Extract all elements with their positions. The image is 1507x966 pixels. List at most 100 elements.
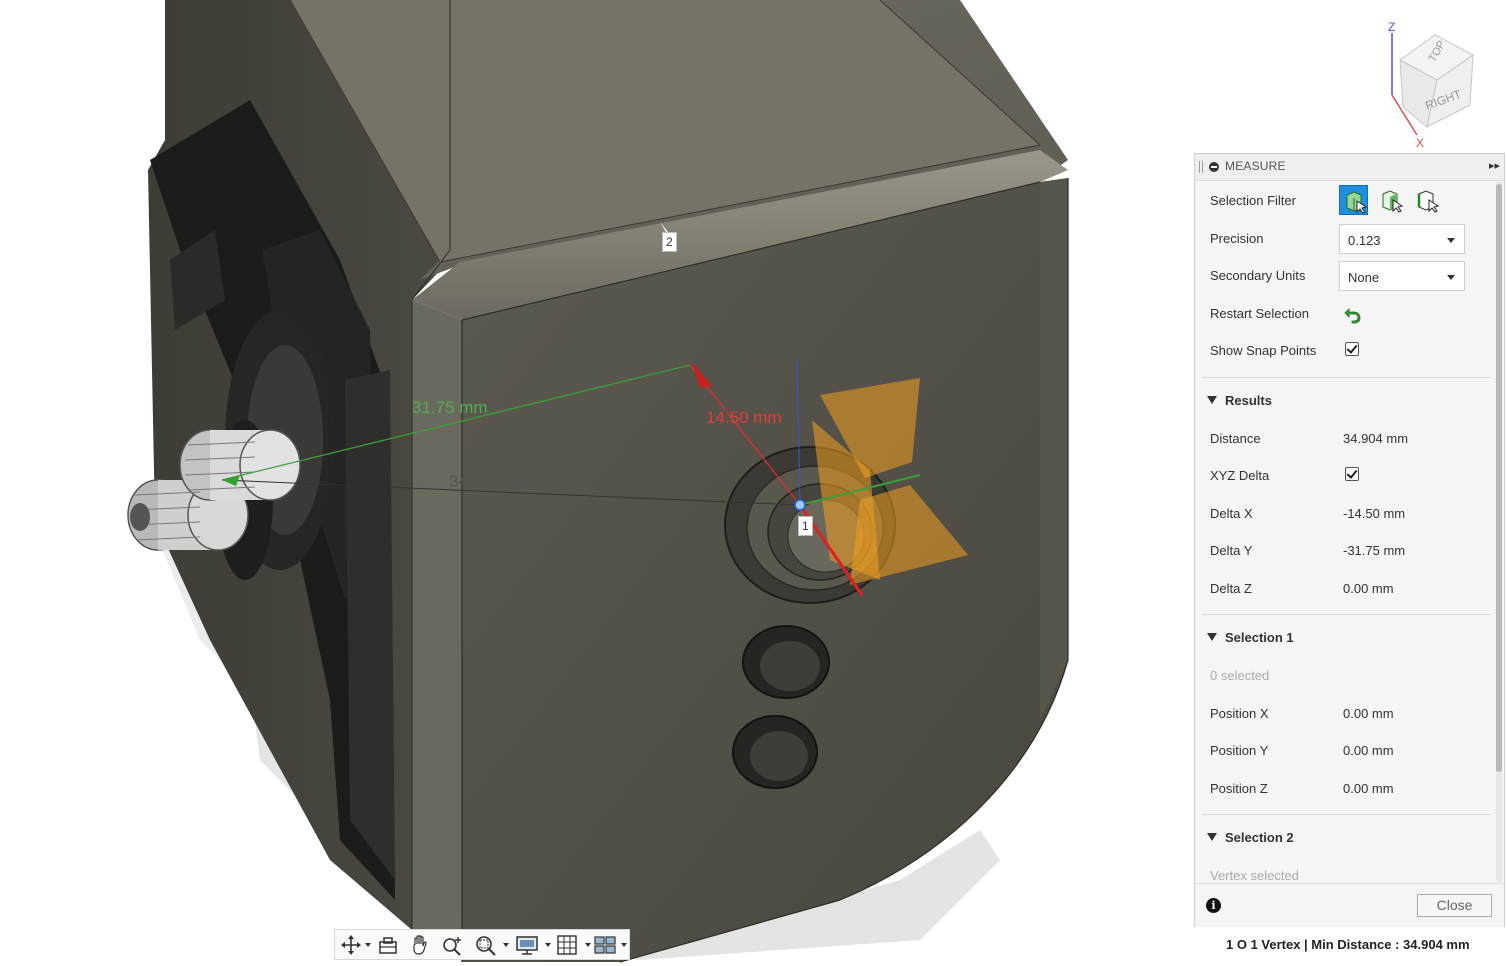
delta-y-label: Delta Y <box>1210 543 1253 558</box>
pan-button[interactable] <box>409 934 433 956</box>
grid-icon <box>557 935 577 955</box>
distance-row: Distance 34.904 mm <box>1195 420 1493 457</box>
view-cube[interactable]: TOP RIGHT Z X <box>1375 15 1495 150</box>
zoom-window-icon <box>476 936 496 956</box>
edge-filter-icon <box>1417 190 1440 213</box>
close-button[interactable]: Close <box>1417 894 1492 917</box>
viewports-button[interactable] <box>593 934 627 956</box>
orbit-button[interactable] <box>339 934 373 956</box>
panel-scrollbar[interactable] <box>1496 182 1502 882</box>
display-monitor-icon <box>516 936 538 955</box>
distance-value: 34.904 mm <box>1343 431 1409 446</box>
zoom-icon <box>443 937 461 956</box>
body-filter-icon <box>1346 191 1368 214</box>
look-at-button[interactable] <box>377 934 401 956</box>
position-x-label: Position X <box>1210 706 1269 721</box>
scrollbar-thumb[interactable] <box>1496 184 1502 772</box>
chevron-down-icon <box>1447 275 1455 280</box>
panel-footer: i Close <box>1195 883 1504 927</box>
zoom-button[interactable] <box>441 934 467 956</box>
xyz-delta-row: XYZ Delta <box>1195 457 1493 494</box>
filter-face-button[interactable] <box>1376 185 1405 215</box>
pan-hand-icon <box>413 935 427 955</box>
selection2-title: Selection 2 <box>1225 830 1294 845</box>
look-at-icon <box>379 937 397 954</box>
selection2-section-header[interactable]: Selection 2 <box>1195 820 1493 857</box>
collapse-icon[interactable] <box>1209 162 1219 172</box>
position-y-value: 0.00 mm <box>1343 743 1394 758</box>
delta-x-value: -14.50 mm <box>1343 506 1406 521</box>
measure-panel: MEASURE ▸▸ Selection Filter Precision 0.… <box>1194 153 1505 927</box>
dimension-label-delta-x: 14.50 mm <box>706 408 782 427</box>
divider <box>1201 614 1490 615</box>
selection1-status-row: 0 selected <box>1195 657 1493 694</box>
delta-x-row: Delta X -14.50 mm <box>1195 495 1493 532</box>
show-snap-points-row: Show Snap Points <box>1195 332 1493 369</box>
distance-label: Distance <box>1210 431 1261 446</box>
selection-filter-label: Selection Filter <box>1210 193 1296 208</box>
chevron-down-icon <box>621 943 627 947</box>
delta-y-value: -31.75 mm <box>1343 543 1406 558</box>
selection1-status: 0 selected <box>1210 668 1270 683</box>
panel-header[interactable]: MEASURE ▸▸ <box>1195 154 1504 181</box>
navigation-toolbar <box>334 929 630 960</box>
panel-body: Selection Filter Precision 0.123 Seconda… <box>1195 181 1493 883</box>
multiple-views-icon <box>594 936 616 954</box>
face-filter-icon <box>1382 190 1404 213</box>
display-settings-button[interactable] <box>515 934 551 956</box>
show-snap-points-label: Show Snap Points <box>1210 343 1317 358</box>
restart-selection-label: Restart Selection <box>1210 306 1309 321</box>
secondary-units-value: None <box>1348 270 1380 285</box>
expand-panel-icon[interactable]: ▸▸ <box>1489 159 1500 172</box>
delta-x-label: Delta X <box>1210 506 1253 521</box>
precision-row: Precision 0.123 <box>1195 220 1493 257</box>
position-z-row: Position Z 0.00 mm <box>1195 770 1493 807</box>
viewcube-x-label: X <box>1416 136 1424 150</box>
status-bar: 1 O 1 Vertex | Min Distance : 34.904 mm <box>1226 937 1470 952</box>
precision-value: 0.123 <box>1348 233 1381 248</box>
position-z-label: Position Z <box>1210 781 1268 796</box>
divider <box>1201 377 1490 378</box>
panel-title: MEASURE <box>1225 159 1286 173</box>
caret-down-icon <box>1207 633 1217 641</box>
show-snap-points-checkbox[interactable] <box>1345 342 1359 356</box>
divider <box>1201 814 1490 815</box>
results-section-header[interactable]: Results <box>1195 383 1493 420</box>
delta-z-value: 0.00 mm <box>1343 581 1394 596</box>
position-y-row: Position Y 0.00 mm <box>1195 732 1493 769</box>
drag-grip-icon[interactable] <box>1199 161 1203 173</box>
secondary-units-select[interactable]: None <box>1339 261 1465 291</box>
selection2-status: Vertex selected <box>1210 868 1299 883</box>
restart-selection-row: Restart Selection <box>1195 295 1493 332</box>
filter-edge-button[interactable] <box>1412 185 1441 215</box>
point-label-1: 1 <box>798 516 813 536</box>
xyz-delta-checkbox[interactable] <box>1345 467 1359 481</box>
chevron-down-icon <box>503 943 509 947</box>
caret-down-icon <box>1207 396 1217 404</box>
dimension-label-delta-y: 31.75 mm <box>412 398 488 417</box>
secondary-units-row: Secondary Units None <box>1195 257 1493 294</box>
selection1-title: Selection 1 <box>1225 630 1294 645</box>
viewcube-z-label: Z <box>1388 20 1395 34</box>
fit-button[interactable] <box>473 934 509 956</box>
delta-z-row: Delta Z 0.00 mm <box>1195 570 1493 607</box>
position-x-row: Position X 0.00 mm <box>1195 695 1493 732</box>
precision-select[interactable]: 0.123 <box>1339 224 1465 254</box>
grid-settings-button[interactable] <box>555 934 591 956</box>
selection-filter-row: Selection Filter <box>1195 182 1493 219</box>
orbit-icon <box>341 935 361 955</box>
point-label-2: 2 <box>662 232 677 252</box>
position-z-value: 0.00 mm <box>1343 781 1394 796</box>
precision-label: Precision <box>1210 231 1264 246</box>
chevron-down-icon <box>585 943 591 947</box>
selection1-section-header[interactable]: Selection 1 <box>1195 620 1493 657</box>
position-y-label: Position Y <box>1210 743 1269 758</box>
restart-selection-icon[interactable] <box>1343 304 1363 324</box>
info-icon[interactable]: i <box>1206 898 1221 913</box>
filter-body-button[interactable] <box>1339 185 1368 215</box>
selection2-status-row: Vertex selected <box>1195 857 1493 883</box>
chevron-down-icon <box>1447 238 1455 243</box>
xyz-delta-label: XYZ Delta <box>1210 468 1270 483</box>
results-title: Results <box>1225 393 1272 408</box>
dimension-label-distance: 34.904 mm <box>449 472 535 491</box>
